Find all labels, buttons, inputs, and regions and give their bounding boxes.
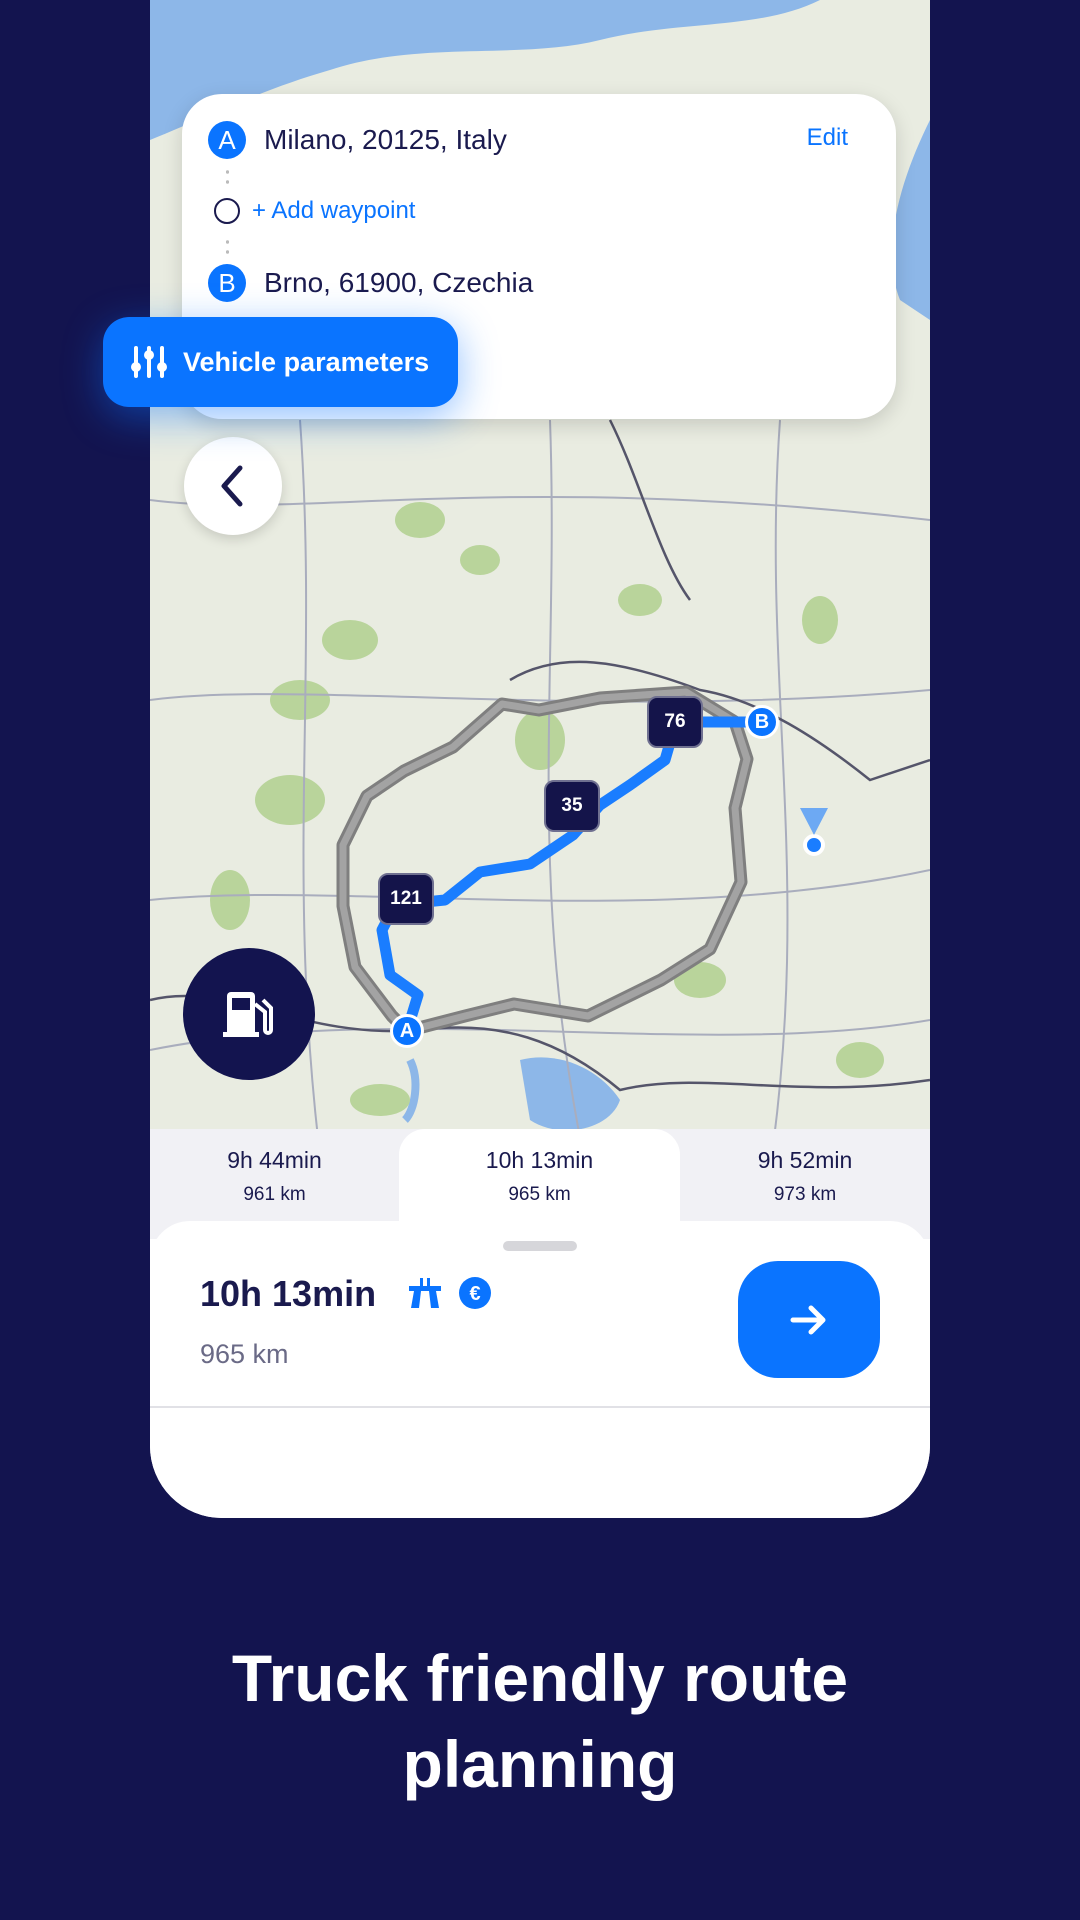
connector-dots <box>226 167 229 187</box>
summary-distance: 965 km <box>200 1339 289 1369</box>
route-marker[interactable]: 76 <box>647 696 703 748</box>
origin-pin: A <box>208 121 246 159</box>
svg-text:€: € <box>470 1283 481 1305</box>
sliders-icon <box>131 346 167 378</box>
destination-pin: B <box>208 264 246 302</box>
caption-line: planning <box>402 1727 678 1801</box>
origin-address: Milano, 20125, Italy <box>264 124 507 155</box>
origin-row[interactable]: A Milano, 20125, Italy <box>208 121 507 159</box>
route-option[interactable]: 9h 52min 973 km <box>680 1129 930 1221</box>
caption-line: Truck friendly route <box>231 1641 849 1715</box>
caption: Truck friendly route planning <box>0 1635 1080 1807</box>
edit-button[interactable]: Edit <box>807 124 848 152</box>
route-option-distance: 961 km <box>243 1184 306 1205</box>
chevron-left-icon <box>221 465 243 507</box>
add-waypoint-row[interactable]: + Add waypoint <box>208 197 415 225</box>
toll-euro-icon: € <box>459 1277 492 1309</box>
route-option-time: 10h 13min <box>485 1147 594 1173</box>
route-marker[interactable]: 121 <box>378 873 434 925</box>
fuel-station-button[interactable] <box>183 948 315 1080</box>
route-marker[interactable]: 35 <box>544 780 600 832</box>
route-option-distance: 973 km <box>773 1184 837 1205</box>
add-waypoint-link[interactable]: + Add waypoint <box>252 197 415 225</box>
route-option-time: 9h 52min <box>757 1147 853 1173</box>
arrow-right-icon <box>790 1305 826 1334</box>
destination-row[interactable]: B Brno, 61900, Czechia <box>208 264 533 302</box>
drag-handle[interactable] <box>503 1241 577 1251</box>
start-navigation-button[interactable] <box>738 1261 880 1378</box>
route-option[interactable]: 9h 44min 961 km <box>150 1129 399 1221</box>
route-option-time: 9h 44min <box>227 1147 322 1173</box>
summary-duration: 10h 13min € <box>200 1273 492 1315</box>
vehicle-parameters-label: Vehicle parameters <box>183 346 430 377</box>
current-location-dot <box>803 834 825 856</box>
route-summary-sheet: 10h 13min € 965 km <box>150 1221 930 1518</box>
fuel-pump-icon <box>223 992 273 1037</box>
waypoint-circle-icon <box>214 198 240 224</box>
motorway-icon <box>409 1278 442 1308</box>
connector-dots <box>226 237 229 257</box>
vehicle-parameters-button[interactable]: Vehicle parameters <box>103 317 458 407</box>
start-pin[interactable]: A <box>390 1014 424 1048</box>
end-pin[interactable]: B <box>745 705 779 739</box>
divider <box>150 1406 930 1408</box>
back-button[interactable] <box>184 437 282 535</box>
route-option-distance: 965 km <box>508 1184 571 1205</box>
destination-address: Brno, 61900, Czechia <box>264 267 534 298</box>
